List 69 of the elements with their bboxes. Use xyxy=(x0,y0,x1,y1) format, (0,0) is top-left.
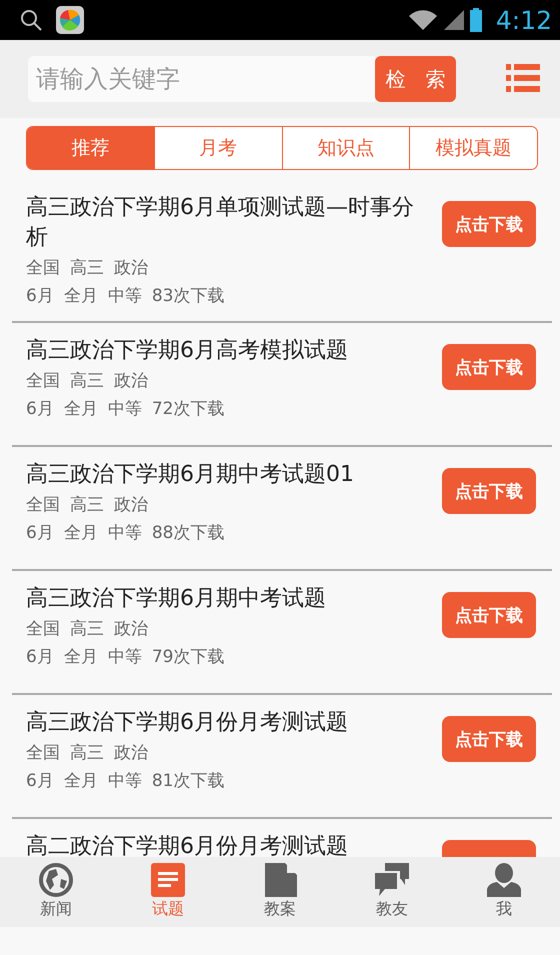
meta-text: 全国 xyxy=(26,494,60,517)
meta-text: 全月 xyxy=(64,285,98,308)
search-button[interactable]: 检 索 xyxy=(375,56,456,102)
search-icon xyxy=(20,9,42,31)
user-icon[interactable] xyxy=(487,863,521,897)
item-title: 高三政治下学期6月高考模拟试题 xyxy=(26,337,349,365)
download-button[interactable]: 点击下载 xyxy=(442,716,536,762)
meta-text: 中等 xyxy=(108,285,142,308)
meta-text: 全国 xyxy=(26,370,60,393)
tab[interactable]: 知识点 xyxy=(282,127,410,169)
meta-text: 全月 xyxy=(64,770,98,793)
clock-time: 4:12 xyxy=(496,6,552,34)
meta-text: 中等 xyxy=(108,398,142,421)
nav-tab[interactable]: 教友 xyxy=(376,899,408,920)
meta-text: 政治 xyxy=(114,618,148,641)
meta-text: 全国 xyxy=(26,257,60,280)
item-title: 高三政治下学期6月期中考试题 xyxy=(26,585,327,613)
meta-text: 79次下载 xyxy=(152,646,224,669)
document-icon[interactable] xyxy=(151,863,185,897)
nav-tab[interactable]: 教案 xyxy=(264,899,296,920)
nav-tab[interactable]: 我 xyxy=(496,899,512,920)
meta-text: 88次下载 xyxy=(152,522,224,545)
item-title: 高二政治下学期6月份月考测试题 xyxy=(26,833,349,857)
item-title: 高三政治下学期6月期中考试题01 xyxy=(26,461,355,489)
meta-text: 全国 xyxy=(26,618,60,641)
meta-text: 中等 xyxy=(108,522,142,545)
menu-icon[interactable] xyxy=(506,64,540,94)
download-button[interactable]: 点击下载 xyxy=(442,592,536,638)
meta-text: 全月 xyxy=(64,646,98,669)
meta-text: 81次下载 xyxy=(152,770,224,793)
meta-text: 全国 xyxy=(26,742,60,765)
tab[interactable]: 推荐 xyxy=(27,127,154,169)
meta-text: 中等 xyxy=(108,770,142,793)
item-title: 高三政治下学期6月份月考测试题 xyxy=(26,709,349,737)
battery-icon xyxy=(470,8,482,32)
meta-text: 高三 xyxy=(70,742,104,765)
search-field[interactable]: 请输入关键字 xyxy=(28,56,375,102)
meta-text: 中等 xyxy=(108,646,142,669)
nav-tab[interactable]: 试题 xyxy=(152,899,184,920)
meta-text: 全月 xyxy=(64,398,98,421)
meta-text: 政治 xyxy=(114,370,148,393)
meta-text: 6月 xyxy=(26,646,54,669)
download-button[interactable]: 点击下载 xyxy=(442,201,536,247)
meta-text: 政治 xyxy=(114,742,148,765)
meta-text: 6月 xyxy=(26,398,54,421)
chat-icon[interactable] xyxy=(375,863,409,897)
meta-text: 高三 xyxy=(70,618,104,641)
meta-text: 83次下载 xyxy=(152,285,224,308)
tab[interactable]: 模拟真题 xyxy=(409,127,537,169)
meta-text: 政治 xyxy=(114,257,148,280)
meta-text: 6月 xyxy=(26,770,54,793)
meta-text: 全月 xyxy=(64,522,98,545)
file-icon[interactable] xyxy=(263,863,297,897)
download-button[interactable]: 点击下载 xyxy=(442,468,536,514)
meta-text: 6月 xyxy=(26,285,54,308)
nav-tab[interactable]: 新闻 xyxy=(40,899,72,920)
globe-icon[interactable] xyxy=(39,863,73,897)
meta-text: 高三 xyxy=(70,370,104,393)
app-icon xyxy=(56,6,84,34)
meta-text: 高三 xyxy=(70,494,104,517)
meta-text: 政治 xyxy=(114,494,148,517)
wifi-icon xyxy=(408,9,438,31)
signal-icon xyxy=(444,9,464,31)
download-button[interactable]: 点击下载 xyxy=(442,344,536,390)
meta-text: 6月 xyxy=(26,522,54,545)
item-title: 高三政治下学期6月单项测试题—时事分析 xyxy=(26,194,415,252)
tab[interactable]: 月考 xyxy=(154,127,282,169)
meta-text: 72次下载 xyxy=(152,398,224,421)
meta-text: 高三 xyxy=(70,257,104,280)
